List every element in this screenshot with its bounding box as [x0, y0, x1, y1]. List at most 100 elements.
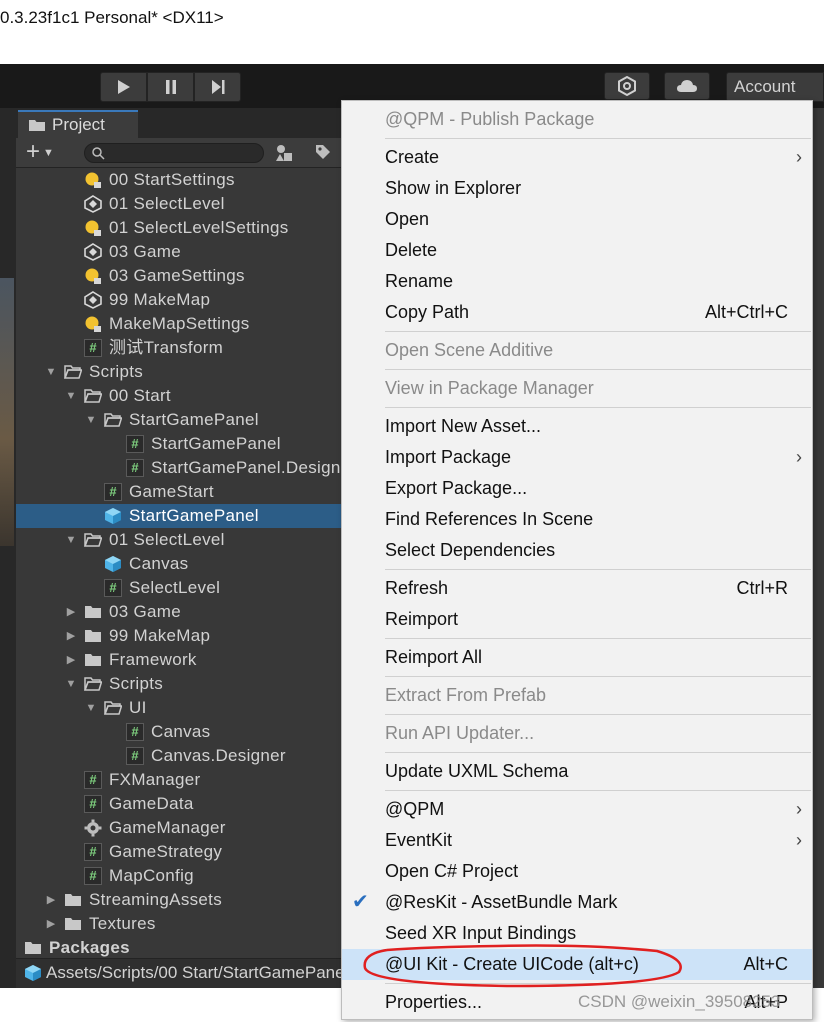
- expand-arrow-closed-icon[interactable]: ▶: [64, 600, 78, 624]
- expand-arrow-open-icon[interactable]: ▼: [44, 360, 58, 384]
- project-tree-row[interactable]: # Canvas.Designer: [16, 744, 346, 768]
- tab-project[interactable]: Project: [18, 110, 138, 138]
- project-tree-row[interactable]: ▶ StreamingAssets: [16, 888, 346, 912]
- menu-item[interactable]: Open: [342, 204, 812, 235]
- project-tree-row[interactable]: GameManager: [16, 816, 346, 840]
- project-tree-row[interactable]: ▼ 01 SelectLevel: [16, 528, 346, 552]
- expand-arrow-open-icon[interactable]: ▼: [64, 672, 78, 696]
- expand-arrow-closed-icon[interactable]: ▶: [64, 624, 78, 648]
- project-tree-row[interactable]: # SelectLevel: [16, 576, 346, 600]
- menu-item[interactable]: Create ›: [342, 142, 812, 173]
- folder-open-icon: [84, 389, 102, 403]
- menu-item[interactable]: Seed XR Input Bindings: [342, 918, 812, 949]
- menu-item[interactable]: Update UXML Schema: [342, 756, 812, 787]
- menu-item-label: Update UXML Schema: [385, 761, 569, 781]
- create-button[interactable]: + ▼: [26, 140, 66, 166]
- menu-item[interactable]: Copy Path Alt+Ctrl+C: [342, 297, 812, 328]
- csharp-script-icon: #: [84, 867, 102, 885]
- folder-icon: [25, 942, 41, 954]
- search-icon: [92, 147, 105, 160]
- expand-arrow-open-icon[interactable]: ▼: [84, 696, 98, 720]
- inspector-panel-edge: [812, 108, 824, 988]
- menu-item[interactable]: Refresh Ctrl+R: [342, 573, 812, 604]
- menu-item[interactable]: Open C# Project: [342, 856, 812, 887]
- expand-arrow-open-icon[interactable]: ▼: [84, 408, 98, 432]
- project-tree-row[interactable]: ▶ Framework: [16, 648, 346, 672]
- expand-arrow-open-icon[interactable]: ▼: [64, 384, 78, 408]
- project-toolbar: + ▼: [16, 138, 346, 168]
- project-tree-row-label: Scripts: [89, 362, 144, 381]
- menu-item[interactable]: @QPM ›: [342, 794, 812, 825]
- search-input[interactable]: [84, 143, 264, 163]
- expand-arrow-closed-icon[interactable]: ▶: [16, 936, 18, 960]
- project-tree-row-label: FXManager: [109, 770, 201, 789]
- menu-item-label: Run API Updater...: [385, 723, 535, 743]
- project-tree-row[interactable]: 01 SelectLevelSettings: [16, 216, 346, 240]
- project-tree-row-label: Canvas: [129, 554, 189, 573]
- menu-item[interactable]: Import Package ›: [342, 442, 812, 473]
- menu-item[interactable]: Delete: [342, 235, 812, 266]
- menu-item[interactable]: Show in Explorer: [342, 173, 812, 204]
- project-tree-row[interactable]: # StartGamePanel.Designer: [16, 456, 346, 480]
- project-tree-row[interactable]: ▼ 00 Start: [16, 384, 346, 408]
- chevron-down-icon: ▼: [43, 146, 54, 159]
- pause-icon: [165, 80, 176, 94]
- project-tree-row[interactable]: 03 Game: [16, 240, 346, 264]
- play-button[interactable]: [100, 72, 147, 102]
- filter-by-label-button[interactable]: [314, 143, 336, 163]
- project-tree-row[interactable]: ▼ Scripts: [16, 672, 346, 696]
- project-tree-row[interactable]: # StartGamePanel: [16, 432, 346, 456]
- menu-item[interactable]: Find References In Scene: [342, 504, 812, 535]
- project-tree-row[interactable]: # MapConfig: [16, 864, 346, 888]
- project-tree-row[interactable]: StartGamePanel: [16, 504, 346, 528]
- project-tree-row[interactable]: MakeMapSettings: [16, 312, 346, 336]
- project-tree-row[interactable]: ▶ Textures: [16, 912, 346, 936]
- pause-button[interactable]: [147, 72, 194, 102]
- menu-item-label: Reimport: [385, 609, 459, 629]
- project-tree-row[interactable]: # Canvas: [16, 720, 346, 744]
- expand-arrow-closed-icon[interactable]: ▶: [64, 648, 78, 672]
- project-tree-row[interactable]: ▶ Packages: [16, 936, 346, 960]
- window-title: 0.3.23f1c1 Personal* <DX11>: [0, 8, 224, 27]
- collab-button[interactable]: [604, 72, 650, 100]
- step-button[interactable]: [194, 72, 241, 102]
- menu-item[interactable]: Export Package...: [342, 473, 812, 504]
- menu-item[interactable]: Import New Asset...: [342, 411, 812, 442]
- expand-arrow-closed-icon[interactable]: ▶: [44, 912, 58, 936]
- menu-item[interactable]: Rename: [342, 266, 812, 297]
- filter-by-type-button[interactable]: [274, 143, 296, 163]
- project-tree-row[interactable]: 03 GameSettings: [16, 264, 346, 288]
- expand-arrow-closed-icon[interactable]: ▶: [44, 888, 58, 912]
- project-tree-row[interactable]: 01 SelectLevel: [16, 192, 346, 216]
- project-tree-row[interactable]: ▶ 03 Game: [16, 600, 346, 624]
- project-tree-row[interactable]: # GameStart: [16, 480, 346, 504]
- project-panel: Project + ▼ 00 StartSettings 01 SelectLeve…: [16, 108, 346, 988]
- menu-item[interactable]: Reimport: [342, 604, 812, 635]
- menu-separator: [385, 752, 811, 753]
- menu-item[interactable]: Select Dependencies: [342, 535, 812, 566]
- project-tree-row[interactable]: ▼ StartGamePanel: [16, 408, 346, 432]
- menu-item[interactable]: Reimport All: [342, 642, 812, 673]
- project-tree-row[interactable]: # FXManager: [16, 768, 346, 792]
- project-tree-row[interactable]: # GameStrategy: [16, 840, 346, 864]
- expand-arrow-open-icon[interactable]: ▼: [64, 528, 78, 552]
- project-tree-row[interactable]: ▼ Scripts: [16, 360, 346, 384]
- lighting-settings-icon: [85, 220, 101, 236]
- account-button[interactable]: Account: [726, 72, 824, 102]
- project-tree-row-label: 03 GameSettings: [109, 266, 245, 285]
- prefab-icon: [105, 556, 121, 572]
- menu-item[interactable]: EventKit ›: [342, 825, 812, 856]
- project-tree-row[interactable]: 99 MakeMap: [16, 288, 346, 312]
- project-tree-row-label: 01 SelectLevel: [109, 194, 225, 213]
- project-tree-row[interactable]: # GameData: [16, 792, 346, 816]
- menu-item[interactable]: ✔ @ResKit - AssetBundle Mark: [342, 887, 812, 918]
- cloud-button[interactable]: [664, 72, 710, 100]
- project-tree-row[interactable]: ▶ 99 MakeMap: [16, 624, 346, 648]
- project-tree-row[interactable]: ▼ UI: [16, 696, 346, 720]
- project-tree-row[interactable]: # 测试Transform: [16, 336, 346, 360]
- project-tree-row[interactable]: Canvas: [16, 552, 346, 576]
- menu-separator: [385, 407, 811, 408]
- project-tree-row[interactable]: 00 StartSettings: [16, 168, 346, 192]
- menu-item[interactable]: @UI Kit - Create UICode (alt+c) Alt+C: [342, 949, 812, 980]
- lighting-settings-icon: [85, 172, 101, 188]
